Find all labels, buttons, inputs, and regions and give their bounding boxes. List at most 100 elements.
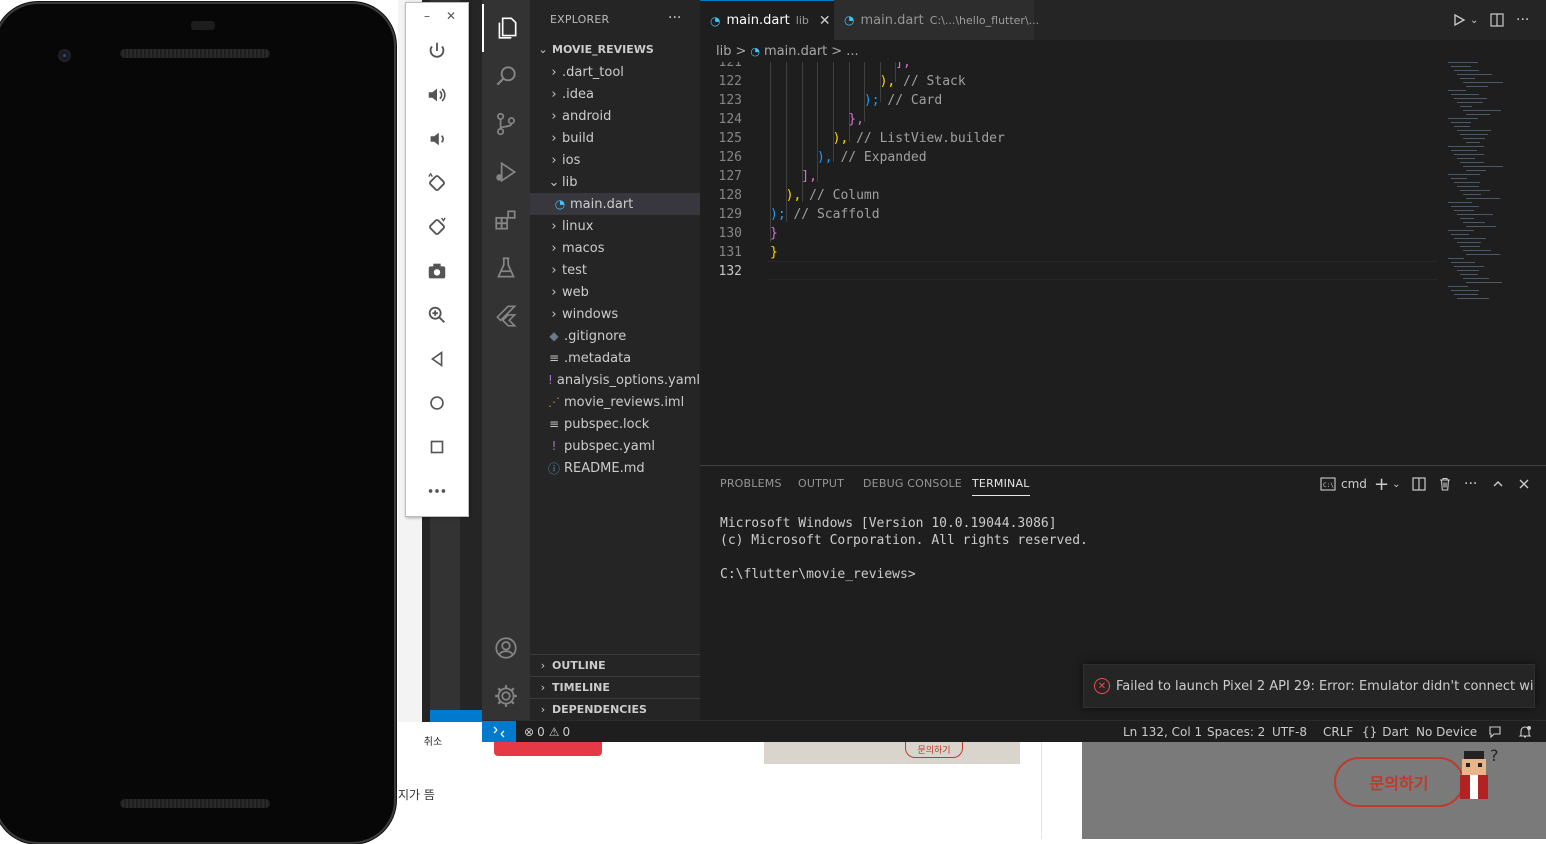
editor-more-button[interactable]: ··· [1516,10,1529,30]
inquiry-button[interactable]: 문의하기 [1334,757,1464,807]
tree-item-linux[interactable]: › linux [530,215,700,237]
code-text: ), // Column [770,188,880,203]
device-selector[interactable]: No Device [1416,721,1477,742]
tree-item-dart-tool[interactable]: › .dart_tool [530,61,700,83]
emulator-minimize-button[interactable]: – [420,9,434,23]
language-mode[interactable]: {} Dart [1362,721,1409,742]
tree-item-build[interactable]: › build [530,127,700,149]
activity-bar [482,0,530,720]
tree-item-metadata[interactable]: ≡ .metadata [530,347,700,369]
tree-item-idea[interactable]: › .idea [530,83,700,105]
encoding[interactable]: UTF-8 [1272,721,1307,742]
outline-section[interactable]: › OUTLINE [530,654,700,676]
tree-item-movie-reviews-iml[interactable]: ⋰ movie_reviews.iml [530,391,700,413]
volume-down-button[interactable] [421,123,453,155]
end-of-line[interactable]: CRLF [1323,721,1353,742]
remote-indicator[interactable] [482,721,516,742]
power-button[interactable] [421,35,453,67]
run-debug-activity[interactable] [482,148,530,196]
split-terminal-button[interactable] [1412,474,1426,494]
shell-label: cmd [1341,477,1367,491]
dart-file-icon: ◔ [750,44,760,58]
code-text: ], [770,169,817,184]
search-activity[interactable] [482,52,530,100]
minimap-line [1448,62,1478,63]
tree-item-gitignore[interactable]: ◆ .gitignore [530,325,700,347]
panel-more-button[interactable]: ··· [1464,474,1477,494]
tab-terminal[interactable]: TERMINAL [972,477,1030,496]
yaml-file-icon: ! [548,373,553,387]
error-notification[interactable]: ✕ Failed to launch Pixel 2 API 29: Error… [1083,664,1535,708]
screenshot-button[interactable] [421,255,453,287]
accounts-activity[interactable] [482,624,530,672]
tree-item-pubspec-lock[interactable]: ≡ pubspec.lock [530,413,700,435]
tree-item-macos[interactable]: › macos [530,237,700,259]
overview-button[interactable] [421,431,453,463]
line-number: 130 [718,226,742,241]
tree-item-readme-md[interactable]: ⓘ README.md [530,457,700,479]
notifications-button[interactable] [1518,721,1532,742]
tree-item-label: build [562,130,594,146]
explorer-activity[interactable] [482,4,530,52]
problems-status[interactable]: ⊗ 0 ⚠ 0 [524,721,570,742]
kill-terminal-button[interactable] [1438,474,1452,494]
maximize-panel-button[interactable] [1492,474,1504,494]
rotate-right-button[interactable] [421,211,453,243]
tree-item-android[interactable]: › android [530,105,700,127]
more-button[interactable] [421,475,453,507]
tree-item-label: test [562,262,587,278]
emulator-close-button[interactable]: ✕ [444,9,458,23]
close-icon[interactable]: ✕ [819,13,831,29]
android-emulator-device[interactable] [0,2,396,844]
minimap-line [1454,182,1480,183]
run-button[interactable]: ⌄ [1452,10,1478,30]
rotate-left-button[interactable] [421,167,453,199]
tree-item-main-dart[interactable]: ◔ main.dart [530,193,700,215]
new-terminal-button[interactable]: + ⌄ [1374,474,1400,495]
extensions-activity[interactable] [482,196,530,244]
breadcrumb-lib[interactable]: lib [716,44,731,59]
tree-item-test[interactable]: › test [530,259,700,281]
project-root[interactable]: ⌄ MOVIE_REVIEWS [530,38,700,60]
timeline-section[interactable]: › TIMELINE [530,676,700,698]
back-button[interactable] [421,343,453,375]
background-cancel-button[interactable]: 취소 [398,725,468,755]
tab-main-dart-lib[interactable]: ◔ main.dart lib ✕ [700,0,834,40]
home-button[interactable] [421,387,453,419]
feedback-button[interactable] [1488,721,1502,742]
background-confirm-button[interactable] [494,740,602,756]
cursor-position[interactable]: Ln 132, Col 1 [1123,721,1202,742]
tree-item-analysis-options-yaml[interactable]: ! analysis_options.yaml [530,369,700,391]
zoom-button[interactable] [421,299,453,331]
minimap-line [1448,174,1480,175]
terminal-shell-selector[interactable]: C:\ cmd [1320,474,1367,494]
tab-problems[interactable]: PROBLEMS [720,477,782,490]
tree-item-pubspec-yaml[interactable]: ! pubspec.yaml [530,435,700,457]
flutter-activity[interactable] [482,292,530,340]
tab-main-dart-hello-flutter[interactable]: ◔ main.dart C:\...\hello_flutter\... [834,0,1039,40]
code-editor[interactable]: 121 ], 122 ), // Stack 123 ); // Card 124 }… [700,62,1546,465]
manage-activity[interactable] [482,672,530,720]
explorer-more-button[interactable]: ··· [668,10,681,26]
tab-debug-console[interactable]: DEBUG CONSOLE [863,477,962,490]
minimap-line [1457,270,1479,271]
close-panel-button[interactable] [1518,474,1530,494]
testing-activity[interactable] [482,244,530,292]
minimap[interactable] [1444,62,1524,324]
dependencies-section[interactable]: › DEPENDENCIES [530,698,700,720]
split-editor-button[interactable] [1490,10,1504,30]
tree-item-windows[interactable]: › windows [530,303,700,325]
tab-output[interactable]: OUTPUT [798,477,844,490]
tree-item-ios[interactable]: › ios [530,149,700,171]
source-control-activity[interactable] [482,100,530,148]
background-card-inquiry-button[interactable]: 문의하기 [905,742,963,758]
volume-up-button[interactable] [421,79,453,111]
tree-item-lib[interactable]: ⌄ lib [530,171,700,193]
tree-item-web[interactable]: › web [530,281,700,303]
breadcrumb-file[interactable]: main.dart [764,44,827,59]
line-number: 125 [718,131,742,146]
source-control-icon [497,112,515,136]
breadcrumb-symbol[interactable]: ... [846,44,858,59]
indentation[interactable]: Spaces: 2 [1207,721,1265,742]
svg-text:?: ? [1490,746,1499,765]
